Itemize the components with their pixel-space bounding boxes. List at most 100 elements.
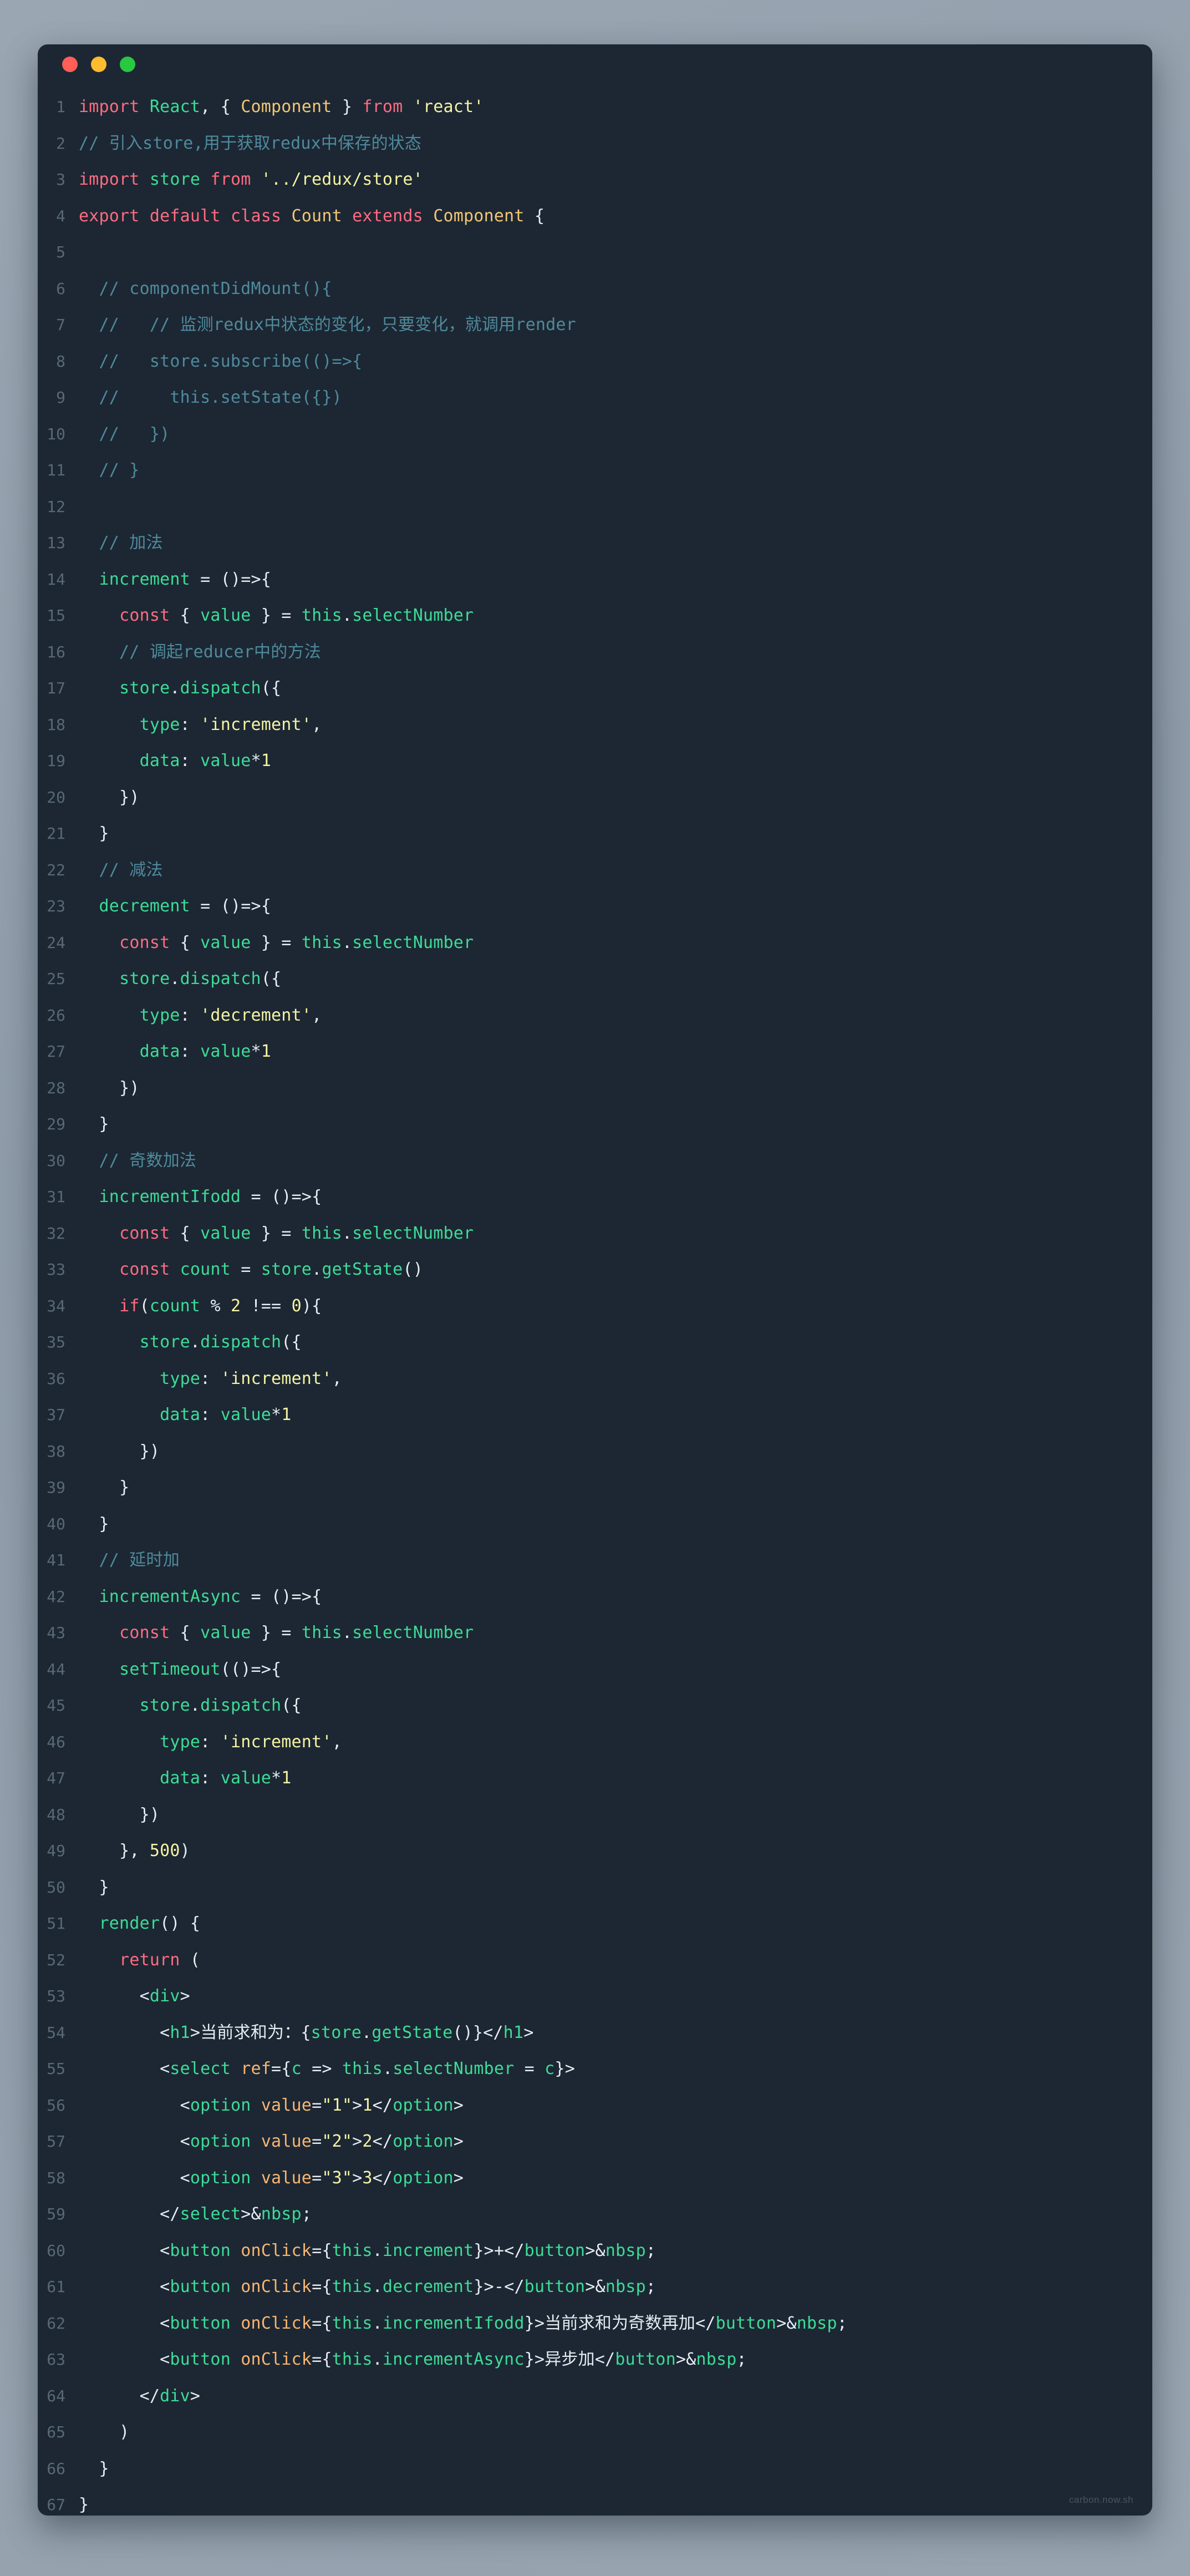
line-number: 18	[47, 715, 65, 734]
line-number: 24	[47, 933, 65, 952]
code-line[interactable]: 64 </div>	[38, 2378, 1152, 2415]
line-number: 25	[47, 970, 65, 988]
code-line[interactable]: 42 incrementAsync = ()=>{	[38, 1579, 1152, 1615]
code-editor[interactable]: 1 import React, { Component } from 'react…	[38, 84, 1152, 2516]
code-line[interactable]: 6 // componentDidMount(){	[38, 271, 1152, 307]
code-line[interactable]: 60 <button onClick={this.increment}>+</b…	[38, 2233, 1152, 2269]
line-number: 20	[47, 788, 65, 807]
code-line[interactable]: 22 // 减法	[38, 852, 1152, 889]
code-line[interactable]: 43 const { value } = this.selectNumber	[38, 1615, 1152, 1651]
code-line[interactable]: 35 store.dispatch({	[38, 1324, 1152, 1361]
code-line[interactable]: 20 })	[38, 779, 1152, 816]
line-content: }	[99, 1514, 109, 1534]
line-content: data: value*1	[139, 751, 272, 770]
line-number: 55	[47, 2060, 65, 2078]
line-number: 63	[47, 2350, 65, 2369]
code-line[interactable]: 19 data: value*1	[38, 743, 1152, 779]
code-line[interactable]: 13 // 加法	[38, 525, 1152, 561]
line-content: // componentDidMount(){	[79, 278, 332, 298]
code-line[interactable]: 14 increment = ()=>{	[38, 561, 1152, 598]
code-line[interactable]: 33 const count = store.getState()	[38, 1251, 1152, 1288]
code-line[interactable]: 16 // 调起reducer中的方法	[38, 634, 1152, 671]
code-line[interactable]: 65 )	[38, 2414, 1152, 2451]
code-line[interactable]: 28 })	[38, 1070, 1152, 1107]
code-line[interactable]: 61 <button onClick={this.decrement}>-</b…	[38, 2269, 1152, 2305]
code-line[interactable]: 1 import React, { Component } from 'react…	[38, 89, 1152, 125]
code-line[interactable]: 26 type: 'decrement',	[38, 997, 1152, 1034]
line-number: 62	[47, 2314, 65, 2332]
code-line[interactable]: 66 }	[38, 2451, 1152, 2487]
code-line[interactable]: 45 store.dispatch({	[38, 1687, 1152, 1724]
code-line[interactable]: 41 // 延时加	[38, 1542, 1152, 1579]
watermark-label: carbon.now.sh	[1069, 2494, 1133, 2505]
code-line[interactable]: 59 </select>&nbsp;	[38, 2196, 1152, 2233]
code-line[interactable]: 27 data: value*1	[38, 1033, 1152, 1070]
code-line[interactable]: 31 incrementIfodd = ()=>{	[38, 1179, 1152, 1215]
code-line[interactable]: 2 // 引入store,用于获取redux中保存的状态	[38, 125, 1152, 162]
code-line[interactable]: 3 import store from '../redux/store'	[38, 161, 1152, 198]
code-line[interactable]: 54 <h1>当前求和为：{store.getState()}</h1>	[38, 2015, 1152, 2051]
line-number: 28	[47, 1078, 65, 1097]
line-content: const count = store.getState()	[119, 1260, 423, 1279]
code-line[interactable]: 51 render() {	[38, 1905, 1152, 1942]
line-number: 1	[56, 98, 65, 116]
code-line[interactable]: 23 decrement = ()=>{	[38, 888, 1152, 925]
code-line[interactable]: 62 <button onClick={this.incrementIfodd}…	[38, 2305, 1152, 2342]
code-line[interactable]: 48 })	[38, 1797, 1152, 1833]
line-content: )	[119, 2422, 130, 2442]
line-content: <option value="3">3</option>	[180, 2168, 464, 2188]
line-content: // store.subscribe(()=>{	[79, 351, 363, 371]
code-line[interactable]: 53 <div>	[38, 1978, 1152, 2015]
line-number: 8	[56, 352, 65, 371]
line-content: <h1>当前求和为：{store.getState()}</h1>	[160, 2022, 534, 2042]
line-content: if(count % 2 !== 0){	[119, 1296, 322, 1316]
code-line[interactable]: 25 store.dispatch({	[38, 961, 1152, 997]
line-content: <button onClick={this.increment}>+</butt…	[160, 2240, 657, 2260]
close-button-icon[interactable]	[62, 57, 78, 72]
code-line[interactable]: 56 <option value="1">1</option>	[38, 2087, 1152, 2124]
code-line[interactable]: 50 }	[38, 1869, 1152, 1906]
line-number: 51	[47, 1914, 65, 1933]
code-line[interactable]: 63 <button onClick={this.incrementAsync}…	[38, 2341, 1152, 2378]
code-line[interactable]: 21 }	[38, 815, 1152, 852]
code-line[interactable]: 36 type: 'increment',	[38, 1361, 1152, 1397]
line-number: 48	[47, 1805, 65, 1824]
code-line[interactable]: 57 <option value="2">2</option>	[38, 2123, 1152, 2160]
line-content: <button onClick={this.decrement}>-</butt…	[160, 2277, 657, 2296]
code-line[interactable]: 4 export default class Count extends Comp…	[38, 198, 1152, 235]
code-line[interactable]: 49 }, 500)	[38, 1833, 1152, 1869]
line-number: 64	[47, 2386, 65, 2405]
code-line[interactable]: 40 }	[38, 1506, 1152, 1543]
code-line[interactable]: 24 const { value } = this.selectNumber	[38, 925, 1152, 961]
code-line[interactable]: 30 // 奇数加法	[38, 1143, 1152, 1179]
code-line[interactable]: 32 const { value } = this.selectNumber	[38, 1215, 1152, 1252]
code-line[interactable]: 18 type: 'increment',	[38, 707, 1152, 743]
code-line[interactable]: 34 if(count % 2 !== 0){	[38, 1288, 1152, 1325]
line-number: 43	[47, 1624, 65, 1642]
code-line[interactable]: 67}	[38, 2487, 1152, 2516]
minimize-button-icon[interactable]	[91, 57, 106, 72]
line-content: const { value } = this.selectNumber	[119, 932, 474, 952]
code-line[interactable]: 46 type: 'increment',	[38, 1724, 1152, 1761]
code-line[interactable]: 8 // store.subscribe(()=>{	[38, 343, 1152, 380]
code-line[interactable]: 15 const { value } = this.selectNumber	[38, 597, 1152, 634]
code-line[interactable]: 58 <option value="3">3</option>	[38, 2160, 1152, 2197]
code-line[interactable]: 44 setTimeout(()=>{	[38, 1651, 1152, 1688]
code-line[interactable]: 37 data: value*1	[38, 1397, 1152, 1433]
code-line[interactable]: 47 data: value*1	[38, 1760, 1152, 1797]
line-number: 56	[47, 2096, 65, 2114]
code-line[interactable]: 11 // }	[38, 452, 1152, 489]
code-line[interactable]: 29 }	[38, 1106, 1152, 1143]
code-line[interactable]: 7 // // 监测redux中状态的变化，只要变化，就调用render	[38, 307, 1152, 343]
code-line[interactable]: 17 store.dispatch({	[38, 670, 1152, 707]
code-line[interactable]: 52 return (	[38, 1942, 1152, 1979]
code-line[interactable]: 55 <select ref={c => this.selectNumber =…	[38, 2051, 1152, 2087]
code-line[interactable]: 9 // this.setState({})	[38, 379, 1152, 416]
code-line[interactable]: 12	[38, 489, 1152, 525]
line-content: // // 监测redux中状态的变化，只要变化，就调用render	[79, 315, 576, 334]
code-line[interactable]: 10 // })	[38, 416, 1152, 453]
code-line[interactable]: 5	[38, 234, 1152, 271]
code-line[interactable]: 38 })	[38, 1433, 1152, 1470]
maximize-button-icon[interactable]	[120, 57, 135, 72]
code-line[interactable]: 39 }	[38, 1469, 1152, 1506]
